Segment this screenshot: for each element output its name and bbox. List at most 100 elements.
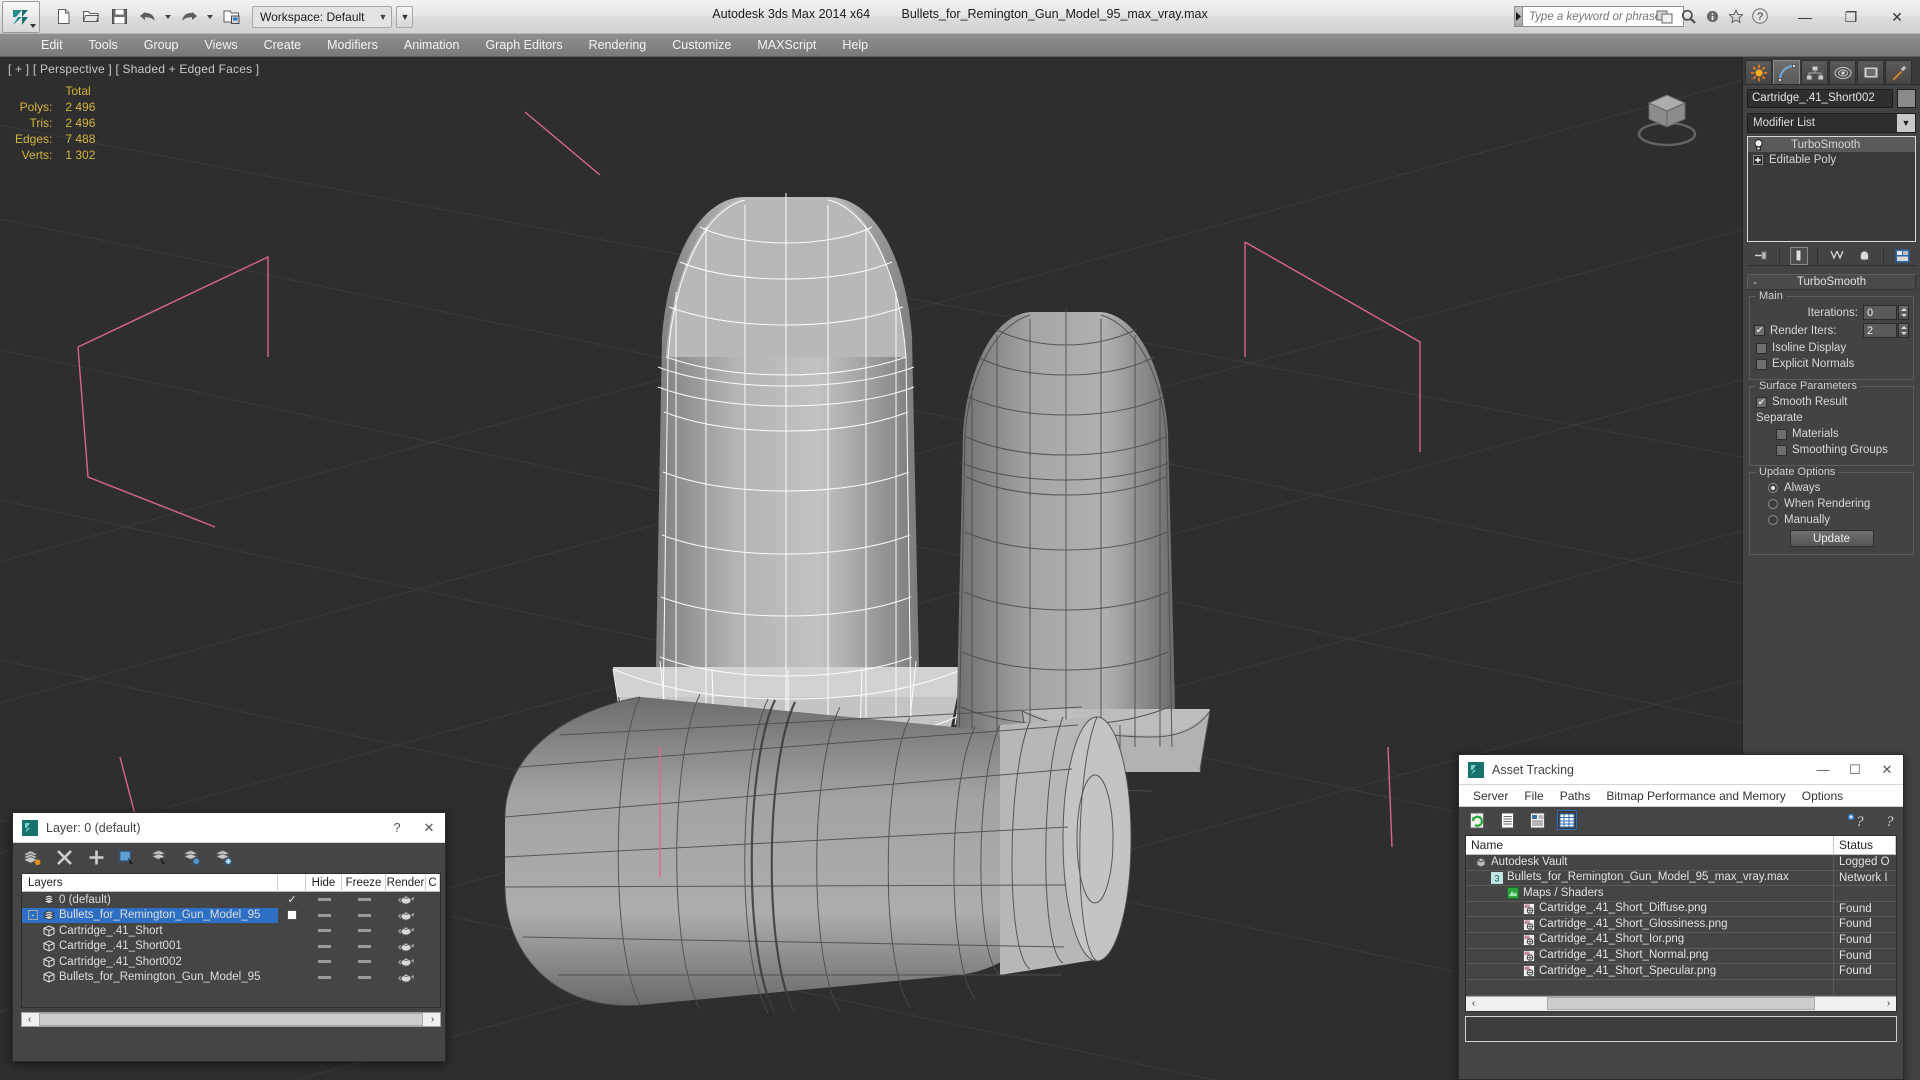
expand-plus-icon[interactable]	[1751, 154, 1765, 165]
layer-freeze-cell[interactable]	[342, 970, 386, 986]
layer-render-cell[interactable]	[386, 892, 426, 908]
asset-row[interactable]: Maps / Shaders	[1466, 886, 1896, 902]
render-iters-spinner[interactable]	[1863, 323, 1909, 338]
layer-row-name-cell[interactable]: Cartridge_.41_Short	[22, 923, 278, 939]
layer-column-render[interactable]: Render	[386, 873, 426, 892]
layer-hide-cell[interactable]	[306, 892, 342, 908]
workspace-dropdown-button[interactable]: ▼	[396, 5, 414, 28]
layer-column-c[interactable]: C	[426, 873, 440, 892]
menu-item-tools[interactable]: Tools	[76, 34, 131, 57]
render-iters-checkbox[interactable]	[1754, 325, 1765, 336]
layer-freeze-cell[interactable]	[342, 954, 386, 970]
layer-grid[interactable]: Layers Hide Freeze Render C 0 (default) ✓ - Bul…	[21, 873, 441, 1008]
column-name[interactable]: Name	[1466, 836, 1834, 854]
asset-row[interactable]: Cartridge_.41_Short_Normal.png Found	[1466, 948, 1896, 965]
asset-scroll-thumb[interactable]	[1547, 997, 1815, 1011]
layer-freeze-cell[interactable]	[342, 923, 386, 939]
asset-maximize-button[interactable]: ☐	[1839, 755, 1871, 785]
update-button[interactable]: Update	[1789, 530, 1874, 547]
explicit-normals-row[interactable]: Explicit Normals	[1756, 358, 1909, 370]
asset-tracking-dialog[interactable]: Asset Tracking — ☐ ✕ Server File Paths Bitm…	[1458, 754, 1904, 1080]
layer-render-cell[interactable]	[386, 923, 426, 939]
isoline-display-row[interactable]: Isoline Display	[1756, 342, 1909, 354]
make-unique-icon[interactable]	[1828, 247, 1846, 265]
radio-button[interactable]	[1768, 515, 1778, 525]
object-color-swatch[interactable]	[1897, 89, 1916, 108]
layer-row[interactable]: Cartridge_.41_Short	[22, 923, 440, 939]
layer-hide-cell[interactable]	[306, 970, 342, 986]
layer-hscrollbar[interactable]: ‹ ›	[21, 1012, 441, 1027]
help-search-icon[interactable]	[1678, 6, 1698, 26]
asset-row-name-cell[interactable]: Cartridge_.41_Short_Diffuse.png	[1466, 901, 1834, 917]
layer-row-name-cell[interactable]: - Bullets_for_Remington_Gun_Model_95	[22, 907, 278, 923]
modifier-stack[interactable]: TurboSmooth Editable Poly	[1747, 136, 1916, 242]
maximize-button[interactable]: ❐	[1828, 0, 1874, 34]
scroll-right-icon[interactable]: ›	[425, 1014, 440, 1025]
layer-render-cell[interactable]	[386, 970, 426, 986]
layer-hide-cell[interactable]	[306, 954, 342, 970]
radio-button[interactable]	[1768, 483, 1778, 493]
menu-item-group[interactable]: Group	[131, 34, 192, 57]
new-layer-icon[interactable]	[23, 848, 41, 866]
refresh-icon[interactable]	[1467, 810, 1487, 830]
layer-row-name-cell[interactable]: 0 (default)	[22, 892, 278, 908]
iterations-spinner[interactable]	[1863, 305, 1909, 320]
application-menu-button[interactable]	[2, 0, 40, 33]
modifier-stack-item[interactable]: Editable Poly	[1748, 152, 1915, 167]
help-question-icon[interactable]: ?	[1750, 6, 1770, 26]
asset-menu-paths[interactable]: Paths	[1552, 785, 1599, 807]
display-tab[interactable]	[1857, 60, 1884, 84]
rollout-collapse-icon[interactable]: -	[1753, 275, 1757, 289]
modifier-list-dropdown[interactable]: Modifier List ▼	[1747, 113, 1916, 133]
search-arrow-icon[interactable]	[1515, 7, 1523, 26]
select-highlighted-layer-icon[interactable]	[151, 848, 169, 866]
asset-row[interactable]: 3 Bullets_for_Remington_Gun_Model_95_max_…	[1466, 870, 1896, 887]
layer-scroll-thumb[interactable]	[39, 1013, 423, 1026]
info-center-icon[interactable]	[1702, 6, 1722, 26]
menu-item-create[interactable]: Create	[251, 34, 315, 57]
smooth-result-checkbox[interactable]	[1756, 396, 1767, 408]
layer-color-cell[interactable]	[426, 892, 440, 908]
asset-grid[interactable]: Name Status Autodesk Vault Logged O 3 Bulle…	[1465, 835, 1897, 1012]
undo-icon[interactable]	[134, 4, 160, 30]
layer-render-cell[interactable]	[386, 939, 426, 955]
menu-item-graph-editors[interactable]: Graph Editors	[472, 34, 575, 57]
menu-item-views[interactable]: Views	[191, 34, 250, 57]
redo-dropdown-icon[interactable]	[207, 14, 213, 19]
menu-item-animation[interactable]: Animation	[391, 34, 473, 57]
asset-row[interactable]: Cartridge_.41_Short_Ior.png Found	[1466, 932, 1896, 949]
layer-row[interactable]: - Bullets_for_Remington_Gun_Model_95	[22, 907, 440, 924]
update-option-when-rendering[interactable]: When Rendering	[1768, 498, 1909, 510]
asset-row[interactable]: Cartridge_.41_Short_Specular.png Found	[1466, 964, 1896, 980]
collapse-expander-icon[interactable]: -	[28, 910, 38, 921]
layer-dialog[interactable]: Layer: 0 (default) ? ✕ Layers Hide Freez…	[12, 812, 446, 1062]
details-view-icon[interactable]	[1527, 810, 1547, 830]
close-button[interactable]: ✕	[1874, 0, 1920, 34]
layer-freeze-cell[interactable]	[342, 892, 386, 908]
rollout-header[interactable]: - TurboSmooth	[1747, 274, 1916, 290]
redo-icon[interactable]	[176, 4, 202, 30]
smooth-result-row[interactable]: Smooth Result	[1756, 396, 1909, 408]
layer-hide-cell[interactable]	[306, 939, 342, 955]
menu-item-modifiers[interactable]: Modifiers	[314, 34, 391, 57]
layer-hide-cell[interactable]	[306, 908, 342, 924]
layer-current-cell[interactable]	[278, 970, 306, 986]
update-option-always[interactable]: Always	[1768, 482, 1909, 494]
lightbulb-icon[interactable]	[1751, 138, 1765, 151]
layer-freeze-cell[interactable]	[342, 908, 386, 924]
asset-row-name-cell[interactable]: Autodesk Vault	[1466, 855, 1834, 870]
list-view-icon[interactable]	[1497, 810, 1517, 830]
asset-close-button[interactable]: ✕	[1871, 755, 1903, 785]
delete-layer-icon[interactable]	[55, 848, 73, 866]
layer-rows[interactable]: 0 (default) ✓ - Bullets_for_Remington_Gun_M…	[22, 892, 440, 985]
project-folder-icon[interactable]	[218, 4, 244, 30]
help-new-icon[interactable]: ?	[1845, 810, 1865, 830]
asset-menu-options[interactable]: Options	[1794, 785, 1851, 807]
layer-row[interactable]: Cartridge_.41_Short001	[22, 939, 440, 955]
layer-color-cell[interactable]	[426, 954, 440, 970]
hierarchy-tab[interactable]	[1801, 60, 1828, 84]
workspace-selector[interactable]: Workspace: Default ▼	[252, 5, 393, 28]
configure-modifier-sets-icon[interactable]	[1893, 247, 1911, 265]
layer-hide-cell[interactable]	[306, 923, 342, 939]
set-current-layer-icon[interactable]	[215, 848, 233, 866]
